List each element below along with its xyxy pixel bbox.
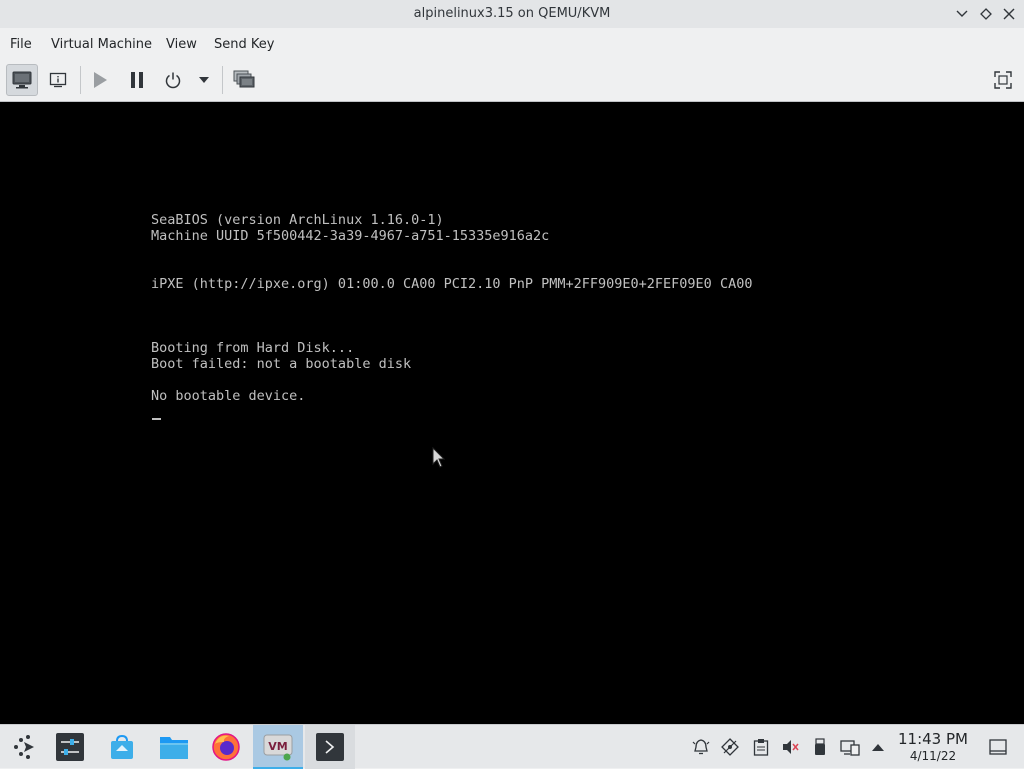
mouse-pointer-icon bbox=[432, 446, 446, 473]
application-launcher-icon bbox=[14, 735, 34, 759]
notifications-icon bbox=[692, 739, 710, 755]
power-dropdown-icon bbox=[199, 77, 209, 83]
maximize-button[interactable] bbox=[976, 4, 996, 24]
snapshots-button[interactable] bbox=[228, 64, 260, 96]
network-icon bbox=[840, 740, 860, 756]
menu-view[interactable]: View bbox=[166, 37, 197, 52]
run-icon bbox=[94, 72, 107, 88]
svg-text:VM: VM bbox=[268, 740, 287, 753]
show-desktop-button[interactable] bbox=[988, 737, 1008, 757]
shutdown-button[interactable] bbox=[157, 64, 189, 96]
taskbar-discover[interactable] bbox=[97, 725, 147, 769]
taskbar-terminal[interactable] bbox=[305, 725, 355, 769]
show-desktop-icon bbox=[989, 739, 1007, 755]
taskbar: VM 11:43 PM 4/11/22 bbox=[0, 724, 1024, 769]
minimize-icon bbox=[956, 10, 968, 17]
clipboard-icon bbox=[753, 739, 769, 756]
details-icon bbox=[49, 72, 67, 88]
taskbar-virt-manager[interactable]: VM bbox=[253, 725, 303, 769]
window-title: alpinelinux3.15 on QEMU/KVM bbox=[413, 6, 611, 21]
menu-file[interactable]: File bbox=[10, 37, 32, 52]
toolbar bbox=[0, 60, 1024, 100]
tray-volume[interactable] bbox=[780, 737, 800, 757]
minimize-button[interactable] bbox=[952, 4, 972, 24]
terminal-icon bbox=[316, 733, 344, 761]
discover-store-icon bbox=[111, 734, 133, 759]
toolbar-separator bbox=[222, 66, 223, 94]
menu-bar: File Virtual Machine View Send Key bbox=[0, 28, 1024, 60]
clock-date[interactable]: 4/11/22 bbox=[893, 749, 973, 763]
firefox-icon bbox=[212, 733, 240, 761]
fullscreen-icon bbox=[994, 71, 1012, 89]
tray-notifications[interactable] bbox=[691, 737, 711, 757]
console-line: SeaBIOS (version ArchLinux 1.16.0-1) bbox=[151, 212, 444, 228]
vm-console-display[interactable]: SeaBIOS (version ArchLinux 1.16.0-1) Mac… bbox=[0, 101, 1024, 724]
toolbar-separator bbox=[80, 66, 81, 94]
pause-icon bbox=[131, 72, 143, 88]
fullscreen-button[interactable] bbox=[987, 64, 1019, 96]
taskbar-file-manager[interactable] bbox=[149, 725, 199, 769]
menu-virtual-machine[interactable]: Virtual Machine bbox=[51, 37, 152, 52]
snapshots-icon bbox=[233, 70, 255, 88]
close-button[interactable] bbox=[999, 4, 1019, 24]
show-console-button[interactable] bbox=[6, 64, 38, 96]
pause-button[interactable] bbox=[121, 64, 153, 96]
tray-kdeconnect[interactable] bbox=[720, 737, 740, 757]
console-line: iPXE (http://ipxe.org) 01:00.0 CA00 PCI2… bbox=[151, 276, 753, 292]
file-manager-icon bbox=[160, 737, 188, 759]
close-icon bbox=[1003, 8, 1015, 20]
system-settings-icon bbox=[56, 733, 84, 761]
tray-usb-devices[interactable] bbox=[810, 737, 830, 757]
volume-muted-icon bbox=[783, 740, 799, 754]
clock-time[interactable]: 11:43 PM bbox=[893, 730, 973, 748]
show-details-button[interactable] bbox=[42, 64, 74, 96]
power-icon bbox=[165, 72, 181, 89]
console-line: Boot failed: not a bootable disk bbox=[151, 356, 412, 372]
tray-clipboard[interactable] bbox=[751, 737, 771, 757]
console-line: Booting from Hard Disk... bbox=[151, 340, 355, 356]
virt-manager-icon: VM bbox=[263, 734, 293, 761]
console-line: Machine UUID 5f500442-3a39-4967-a751-153… bbox=[151, 228, 550, 244]
taskbar-firefox[interactable] bbox=[201, 725, 251, 769]
text-cursor bbox=[152, 418, 161, 420]
menu-send-key[interactable]: Send Key bbox=[214, 37, 274, 52]
usb-icon bbox=[815, 738, 825, 755]
console-icon bbox=[12, 71, 32, 89]
connect-icon bbox=[721, 738, 739, 756]
application-launcher[interactable] bbox=[0, 725, 50, 769]
window-titlebar[interactable]: alpinelinux3.15 on QEMU/KVM bbox=[0, 0, 1024, 28]
maximize-icon bbox=[980, 8, 992, 20]
console-line: No bootable device. bbox=[151, 388, 306, 404]
shutdown-menu-button[interactable] bbox=[191, 64, 217, 96]
expand-tray-icon bbox=[872, 744, 884, 751]
tray-network[interactable] bbox=[840, 737, 860, 757]
run-button[interactable] bbox=[84, 64, 116, 96]
taskbar-system-settings[interactable] bbox=[45, 725, 95, 769]
tray-expand-button[interactable] bbox=[868, 737, 888, 757]
